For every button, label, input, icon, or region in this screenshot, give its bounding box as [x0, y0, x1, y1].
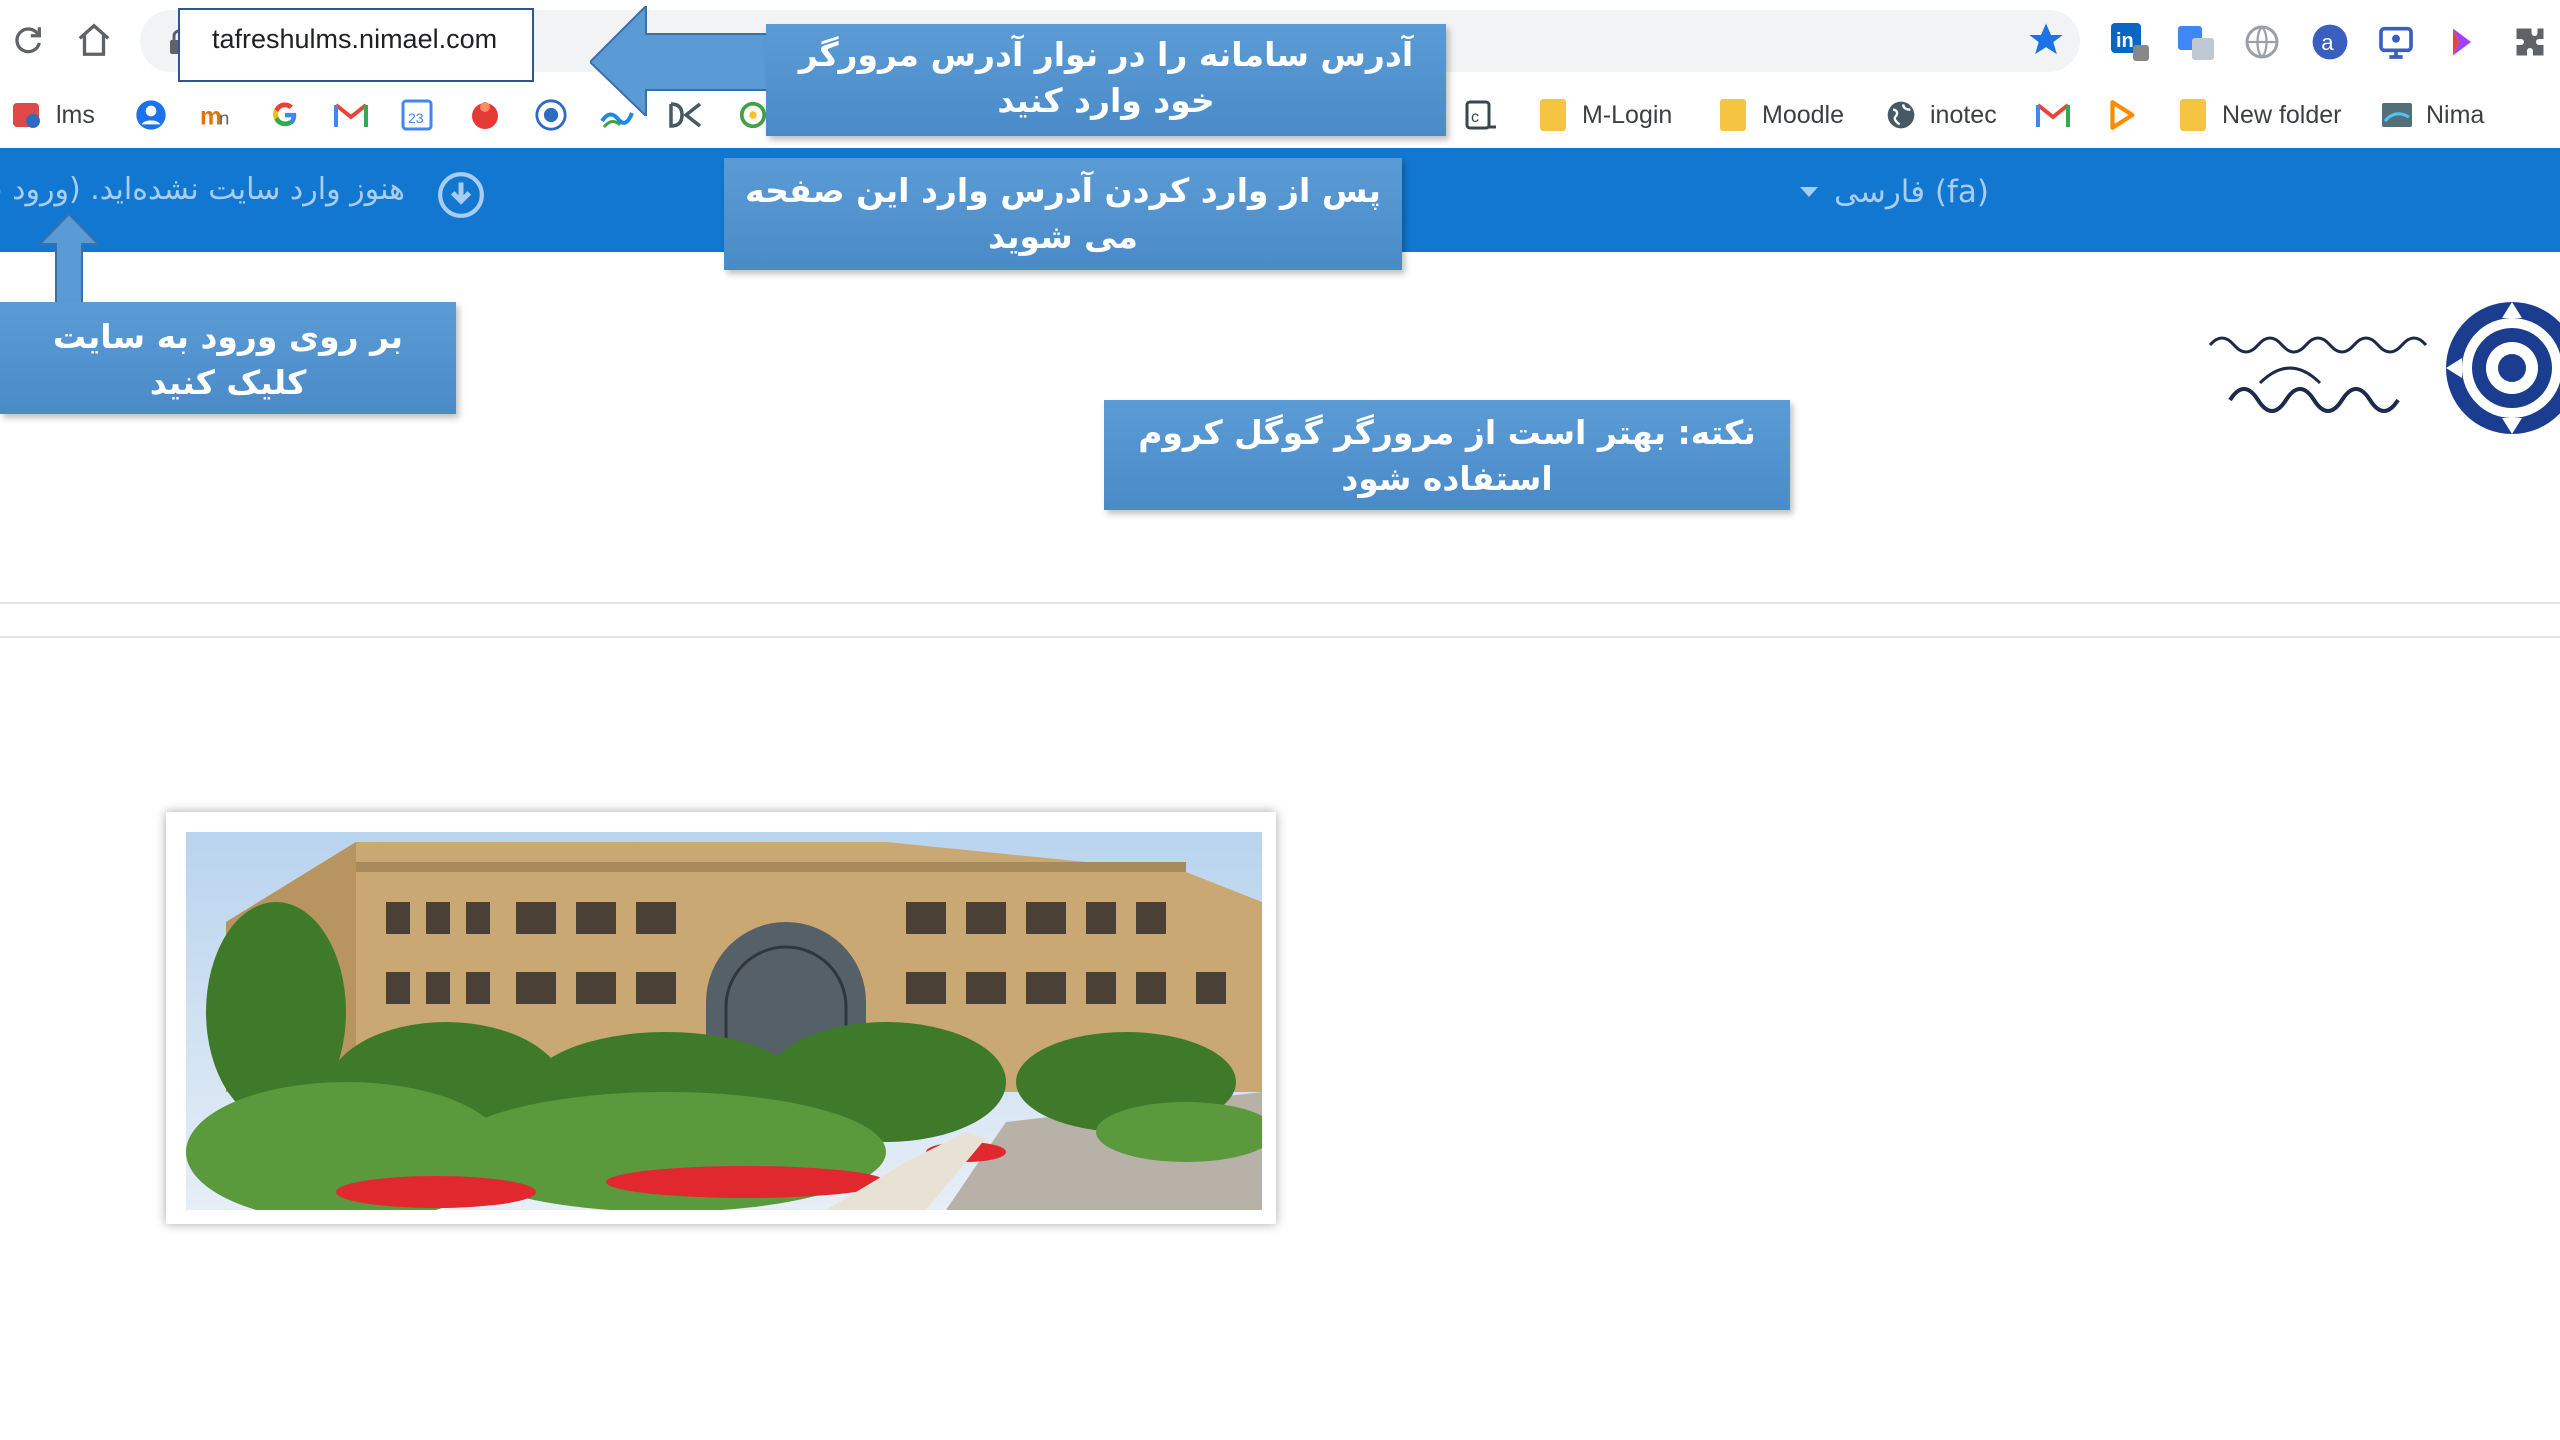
bookmark-calendar[interactable]: 23 [400, 90, 434, 140]
linkedin-extension-icon[interactable]: in [2108, 20, 2152, 64]
svg-text:c: c [1471, 109, 1479, 126]
campus-photo-frame [166, 812, 1276, 1224]
bookmark-c-app[interactable]: c [1464, 90, 1498, 140]
lms-icon [10, 98, 44, 132]
red-app-icon [468, 98, 502, 132]
login-status-text[interactable]: هنوز وارد سایت نشده‌اید. (ورود ب [0, 172, 405, 207]
mn-icon: mn [200, 98, 234, 132]
folder-icon [2176, 98, 2210, 132]
bookmark-inotec[interactable]: inotec [1884, 90, 1997, 140]
university-icon [534, 98, 568, 132]
bookmark-label: M-Login [1582, 100, 1673, 129]
bookmark-new-folder[interactable]: New folder [2176, 90, 2342, 140]
play-icon [2104, 98, 2138, 132]
folder-icon [1716, 98, 1750, 132]
bookmark-label: Moodle [1762, 100, 1844, 129]
reload-button[interactable] [0, 12, 56, 68]
arrow-extension-icon[interactable] [2440, 20, 2484, 64]
svg-text:23: 23 [408, 110, 424, 126]
account-icon [134, 98, 168, 132]
globe-icon [1884, 98, 1918, 132]
bookmark-play[interactable] [2104, 90, 2138, 140]
caret-down-icon [1800, 187, 1818, 197]
svg-text:in: in [2116, 30, 2134, 52]
bookmark-star-icon[interactable] [2026, 20, 2066, 64]
svg-text:n: n [219, 108, 230, 129]
folder-icon [1536, 98, 1570, 132]
divider-line [0, 636, 2560, 638]
university-logo-text [2190, 305, 2440, 435]
extensions-puzzle-icon[interactable] [2508, 20, 2552, 64]
bookmark-label: New folder [2222, 100, 2342, 129]
screen-extension-icon[interactable] [2374, 20, 2418, 64]
calendar-icon: 23 [400, 98, 434, 132]
bookmark-nima[interactable]: Nima [2380, 90, 2484, 140]
home-button[interactable] [66, 12, 122, 68]
home-icon [78, 23, 110, 56]
bookmark-university[interactable] [534, 90, 568, 140]
bookmark-gmail[interactable] [334, 90, 368, 140]
a-extension-icon[interactable]: a [2308, 20, 2352, 64]
bookmark-gmail-2[interactable] [2036, 90, 2070, 140]
google-icon [268, 98, 302, 132]
callout-page-hint: پس از وارد کردن آدرس وارد این صفحه می شو… [724, 158, 1402, 270]
callout-login-hint: بر روی ورود به سایت کلیک کنید [0, 302, 456, 414]
c-app-icon: c [1464, 98, 1498, 132]
reload-icon [15, 27, 41, 54]
download-arrow-icon[interactable] [436, 170, 486, 220]
translate-extension-icon[interactable] [2174, 20, 2218, 64]
bookmark-mn[interactable]: mn [200, 90, 234, 140]
bookmark-m-login[interactable]: M-Login [1536, 90, 1672, 140]
url-text[interactable]: tafreshulms.nimael.com [212, 24, 497, 55]
nima-icon [2380, 98, 2414, 132]
language-label: فارسی (fa) [1834, 174, 1990, 210]
svg-text:a: a [2321, 30, 2334, 55]
bookmark-red-app[interactable] [468, 90, 502, 140]
callout-browser-note: نکته: بهتر است از مرورگر گوگل کروم استفا… [1104, 400, 1790, 510]
globe-extension-icon[interactable] [2240, 20, 2284, 64]
bookmark-label: inotec [1930, 100, 1997, 129]
bookmark-moodle[interactable]: Moodle [1716, 90, 1844, 140]
gmail-icon [334, 98, 368, 132]
gmail-icon [2036, 98, 2070, 132]
divider-line [0, 602, 2560, 604]
arrow-left-icon [590, 6, 770, 116]
campus-building-image [186, 832, 1262, 1210]
bookmark-label: lms [56, 100, 95, 129]
university-emblem-icon [2440, 290, 2560, 450]
bookmark-google[interactable] [268, 90, 302, 140]
bookmark-label: Nima [2426, 100, 2485, 129]
bookmark-lms[interactable]: lms [10, 90, 95, 140]
callout-address-hint: آدرس سامانه را در نوار آدرس مرورگر خود و… [766, 24, 1446, 136]
bookmark-account[interactable] [134, 90, 168, 140]
arrow-up-icon [40, 214, 98, 304]
language-menu[interactable]: فارسی (fa) [1800, 174, 1989, 210]
